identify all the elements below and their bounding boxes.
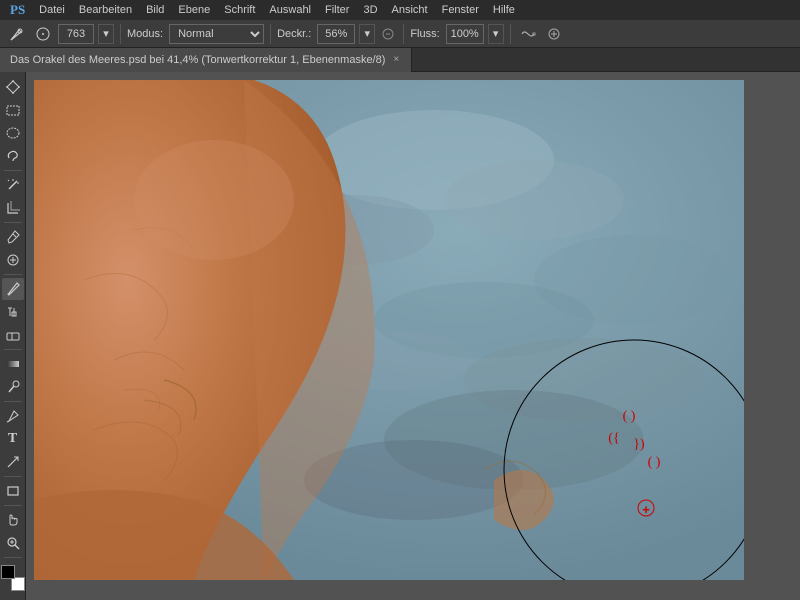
canvas-content: ( ) ({ }) ( ) + <box>34 80 744 580</box>
tool-separator-3 <box>4 274 22 275</box>
menu-filter[interactable]: Filter <box>319 2 355 18</box>
tool-healing[interactable] <box>2 249 24 271</box>
brush-preview-right: }) <box>633 437 645 452</box>
tool-brush[interactable] <box>2 278 24 300</box>
brush-preview-icon[interactable] <box>32 23 54 45</box>
tool-dodge[interactable] <box>2 376 24 398</box>
background-color-swatch[interactable] <box>11 577 25 591</box>
main-area: T <box>0 72 800 600</box>
tool-move[interactable] <box>2 76 24 98</box>
tool-separator-6 <box>4 476 22 477</box>
tool-shape[interactable] <box>2 480 24 502</box>
canvas-image: ( ) ({ }) ( ) + <box>34 80 744 580</box>
tool-path-select[interactable] <box>2 451 24 473</box>
tool-crop[interactable] <box>2 197 24 219</box>
tool-separator-5 <box>4 401 22 402</box>
tool-separator-7 <box>4 505 22 506</box>
mode-label: Modus: <box>127 28 163 40</box>
brush-preview-top: ( ) <box>623 409 636 424</box>
menu-bar: PS Datei Bearbeiten Bild Ebene Schrift A… <box>0 0 800 20</box>
menu-bearbeiten[interactable]: Bearbeiten <box>73 2 138 18</box>
tool-pen[interactable] <box>2 405 24 427</box>
tool-magic-wand[interactable] <box>2 174 24 196</box>
document-tab[interactable]: Das Orakel des Meeres.psd bei 41,4% (Ton… <box>0 48 412 72</box>
tab-close-button[interactable]: × <box>391 53 401 66</box>
mode-select[interactable]: Normal Multiplizieren Abdunkeln <box>169 24 264 44</box>
tab-filename: Das Orakel des Meeres.psd bei 41,4% (Ton… <box>10 54 385 66</box>
menu-ebene[interactable]: Ebene <box>172 2 216 18</box>
menu-schrift[interactable]: Schrift <box>218 2 261 18</box>
brush-size-dropdown[interactable]: ▾ <box>98 24 114 44</box>
tool-clone[interactable] <box>2 301 24 323</box>
tool-eraser[interactable] <box>2 324 24 346</box>
opacity-dropdown[interactable]: ▾ <box>359 24 375 44</box>
canvas-area[interactable]: ( ) ({ }) ( ) + <box>26 72 800 600</box>
pressure-icon[interactable] <box>543 23 565 45</box>
divider-1 <box>120 24 121 44</box>
menu-ansicht[interactable]: Ansicht <box>386 2 434 18</box>
menu-bild[interactable]: Bild <box>140 2 170 18</box>
smoothing-icon[interactable] <box>517 23 539 45</box>
ps-logo: PS <box>4 2 31 18</box>
options-toolbar: ▾ Modus: Normal Multiplizieren Abdunkeln… <box>0 20 800 48</box>
tool-separator-8 <box>4 557 22 558</box>
tool-hand[interactable] <box>2 509 24 531</box>
tool-separator-4 <box>4 349 22 350</box>
tool-eyedropper[interactable] <box>2 226 24 248</box>
airbrush-icon[interactable] <box>381 27 395 41</box>
menu-hilfe[interactable]: Hilfe <box>487 2 521 18</box>
tool-text[interactable]: T <box>2 428 24 450</box>
tool-gradient[interactable] <box>2 353 24 375</box>
tool-zoom[interactable] <box>2 532 24 554</box>
foreground-color-swatch[interactable] <box>1 565 15 579</box>
brush-size-input[interactable] <box>58 24 94 44</box>
brush-tool-icon[interactable] <box>6 23 28 45</box>
tool-separator-2 <box>4 222 22 223</box>
brush-cursor-plus: + <box>642 502 650 517</box>
tool-ellipse-marquee[interactable] <box>2 122 24 144</box>
tab-bar: Das Orakel des Meeres.psd bei 41,4% (Ton… <box>0 48 800 72</box>
menu-fenster[interactable]: Fenster <box>436 2 485 18</box>
toolbox: T <box>0 72 26 600</box>
menu-3d[interactable]: 3D <box>357 2 383 18</box>
brush-preview-left: ({ <box>608 431 619 446</box>
brush-preview-bottom: ( ) <box>648 455 661 470</box>
divider-4 <box>510 24 511 44</box>
flow-label: Fluss: <box>410 28 439 40</box>
tool-rect-marquee[interactable] <box>2 99 24 121</box>
tool-lasso[interactable] <box>2 145 24 167</box>
flow-input[interactable] <box>446 24 484 44</box>
flow-dropdown[interactable]: ▾ <box>488 24 504 44</box>
divider-2 <box>270 24 271 44</box>
tool-separator-1 <box>4 170 22 171</box>
opacity-label: Deckr.: <box>277 28 311 40</box>
menu-datei[interactable]: Datei <box>33 2 71 18</box>
opacity-input[interactable] <box>317 24 355 44</box>
divider-3 <box>403 24 404 44</box>
color-swatches[interactable] <box>1 565 25 591</box>
menu-auswahl[interactable]: Auswahl <box>263 2 317 18</box>
